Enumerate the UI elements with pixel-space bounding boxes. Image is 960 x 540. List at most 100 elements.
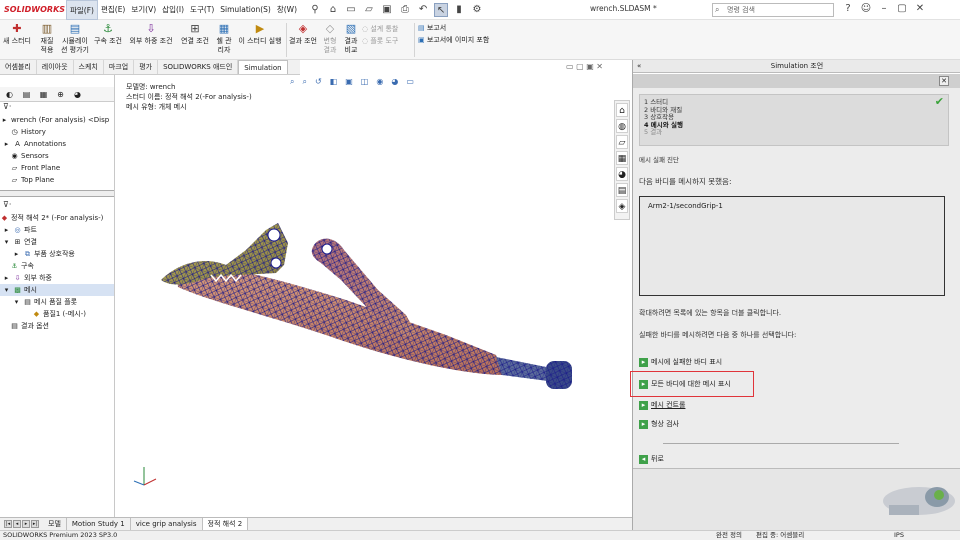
select-icon[interactable]: ↖ — [434, 2, 449, 17]
home-icon[interactable]: ⌂ — [326, 3, 340, 17]
tab-evaluate[interactable]: 평가 — [134, 60, 159, 74]
geometry-check-link[interactable]: ▸ 형상 검사 — [639, 419, 679, 429]
hide-show-icon[interactable]: ◉ — [376, 77, 383, 87]
help-icon[interactable]: ? — [842, 3, 854, 14]
tree-item-front-plane[interactable]: ▱ Front Plane — [0, 162, 114, 174]
deformed-result-button[interactable]: ◇ 변형 결과 — [320, 22, 340, 55]
step-study[interactable]: 1 스터디 — [644, 98, 944, 107]
next-tab-icon[interactable]: ▸ — [22, 520, 30, 528]
close-pane-icon[interactable]: ✕ — [939, 76, 949, 86]
tab-model[interactable]: 모델 — [43, 518, 67, 530]
tree-item-sensors[interactable]: ◉ Sensors — [0, 150, 114, 162]
zoom-fit-icon[interactable]: ⌕ — [290, 77, 294, 87]
filter-icon[interactable]: ⊽· — [0, 102, 114, 114]
tab-simulation[interactable]: Simulation — [238, 60, 288, 74]
adjust-screw-part[interactable] — [496, 357, 572, 389]
search-input[interactable]: ⌕ 명령 검색 — [712, 3, 834, 17]
resources-icon[interactable]: ⌂ — [616, 103, 628, 117]
restore-icon[interactable]: ▢ — [896, 3, 908, 14]
collapse-icon[interactable]: « — [637, 60, 641, 73]
viewport-window-controls[interactable]: ▭ ▢ ▣ ✕ — [566, 62, 603, 71]
rebuild-icon[interactable]: ▮ — [452, 3, 466, 17]
appearances-icon[interactable]: ◕ — [616, 167, 628, 181]
shell-manager-button[interactable]: ▦ 쉘 관 리자 — [214, 22, 234, 55]
design-insight-button[interactable]: ◌ 설계 통찰 — [362, 23, 414, 35]
graphics-viewport[interactable] — [116, 75, 632, 517]
tab-sketch[interactable]: 스케치 — [74, 60, 104, 74]
dimxpert-icon[interactable]: ⊕ — [54, 90, 67, 99]
scene-icon[interactable]: ▭ — [406, 77, 414, 87]
sim-tree-component-interactions[interactable]: ▸ ⧉ 부품 상호작용 — [0, 248, 114, 260]
wrench-mesh-model[interactable] — [116, 75, 632, 517]
open-icon[interactable]: ▱ — [362, 3, 376, 17]
new-doc-icon[interactable]: ▭ — [344, 3, 358, 17]
failed-bodies-list[interactable]: Arm2-1/secondGrip-1 — [639, 196, 945, 296]
step-results[interactable]: 5 결과 — [644, 128, 944, 137]
zoom-area-icon[interactable]: ⌕ — [302, 77, 306, 87]
tree-root-assembly[interactable]: ▸ wrench (For analysis) <Disp — [0, 114, 114, 126]
run-study-button[interactable]: ▶ 이 스터디 실행 — [236, 22, 284, 46]
results-advisor-button[interactable]: ◈ 결과 조언 — [288, 22, 318, 46]
options-icon[interactable]: ⚙ — [470, 3, 484, 17]
save-icon[interactable]: ▣ — [380, 3, 394, 17]
menu-insert[interactable]: 삽입(I) — [159, 0, 187, 20]
custom-properties-icon[interactable]: ▤ — [616, 183, 628, 197]
edit-appearance-icon[interactable]: ◕ — [391, 77, 398, 87]
sim-tree-parts[interactable]: ▸ ◎ 파트 — [0, 224, 114, 236]
tab-markup[interactable]: 마크업 — [104, 60, 135, 74]
simulation-advisor-icon[interactable]: ◈ — [616, 199, 628, 213]
tab-vice-grip-analysis[interactable]: vice grip analysis — [131, 518, 203, 530]
mesh-control-link[interactable]: ▸ 메시 컨트롤 — [639, 400, 685, 410]
undo-icon[interactable]: ↶ — [416, 3, 430, 17]
prev-tab-icon[interactable]: ◂ — [13, 520, 21, 528]
report-button[interactable]: ▤ 보고서 — [418, 22, 498, 34]
tab-layout[interactable]: 레이아웃 — [37, 60, 74, 74]
sim-tree-mesh-quality-plot[interactable]: ▾ ▤ 메시 품질 플롯 — [0, 296, 114, 308]
unit-system[interactable]: IPS — [894, 531, 904, 540]
tab-assembly[interactable]: 어셈블리 — [0, 60, 37, 74]
apply-material-button[interactable]: ▥ 재질 적용 — [36, 22, 58, 55]
upper-jaw-part[interactable] — [161, 223, 288, 285]
pin-icon[interactable]: ⚲ — [308, 3, 322, 17]
menu-file[interactable]: 파일(F) — [66, 0, 98, 20]
tree-item-history[interactable]: ◷ History — [0, 126, 114, 138]
back-link[interactable]: ◂ 뒤로 — [639, 454, 664, 464]
menu-tools[interactable]: 도구(T) — [187, 0, 217, 20]
tab-motion-study[interactable]: Motion Study 1 — [67, 518, 131, 530]
feature-tree-icon[interactable]: ◐ — [3, 90, 16, 99]
sim-tree-external-loads[interactable]: ▸ ⇩ 외부 하중 — [0, 272, 114, 284]
config-manager-icon[interactable]: ▦ — [37, 90, 50, 99]
tab-static-study-2[interactable]: 정적 해석 2 — [202, 518, 249, 530]
include-image-button[interactable]: ▣ 보고서에 이미지 포함 — [418, 34, 508, 46]
menu-view[interactable]: 보기(V) — [128, 0, 159, 20]
external-loads-button[interactable]: ⇩ 외부 하중 조건 — [126, 22, 176, 46]
lower-handle-part[interactable] — [176, 266, 504, 375]
sim-tree-mesh[interactable]: ▾ ▩ 메시 — [0, 284, 114, 296]
view-orientation-icon[interactable]: ▣ — [345, 77, 353, 87]
step-bodies-materials[interactable]: 2 바디와 재질 — [644, 106, 944, 115]
display-manager-icon[interactable]: ◕ — [71, 90, 84, 99]
filter-icon[interactable]: ⊽· — [0, 200, 114, 212]
fixtures-button[interactable]: ⚓ 구속 조건 — [94, 22, 122, 46]
minimize-icon[interactable]: – — [878, 3, 890, 14]
sim-tree-result-options[interactable]: ▤ 결과 옵션 — [0, 320, 114, 332]
sim-tree-quality1[interactable]: ◆ 품질1 (-메시-) — [0, 308, 114, 320]
compare-results-button[interactable]: ▧ 결과 비교 — [341, 22, 361, 55]
new-study-button[interactable]: ✚ 새 스터디 — [2, 22, 32, 46]
plot-tools-button[interactable]: ◌ 플롯 도구 — [362, 35, 414, 47]
sim-tree-fixtures[interactable]: ⚓ 구속 — [0, 260, 114, 272]
tree-item-top-plane[interactable]: ▱ Top Plane — [0, 174, 114, 186]
step-interactions[interactable]: 3 상호작용 — [644, 113, 944, 122]
tab-addins[interactable]: SOLIDWORKS 애드인 — [158, 60, 239, 74]
section-view-icon[interactable]: ◧ — [330, 77, 338, 87]
sim-evaluator-button[interactable]: ▤ 시뮬레이 션 평가기 — [60, 22, 90, 55]
connections-button[interactable]: ⊞ 연결 조건 — [178, 22, 212, 46]
user-icon[interactable]: ☺ — [860, 3, 872, 14]
sim-tree-connections[interactable]: ▾ ⊞ 연결 — [0, 236, 114, 248]
design-library-icon[interactable]: ◍ — [616, 119, 628, 133]
file-explorer-icon[interactable]: ▱ — [616, 135, 628, 149]
menu-edit[interactable]: 편집(E) — [98, 0, 128, 20]
show-failed-mesh-link[interactable]: ▸ 메시에 실패한 바디 표시 — [639, 357, 722, 367]
display-style-icon[interactable]: ◫ — [361, 77, 369, 87]
last-tab-icon[interactable]: ▸| — [31, 520, 39, 528]
